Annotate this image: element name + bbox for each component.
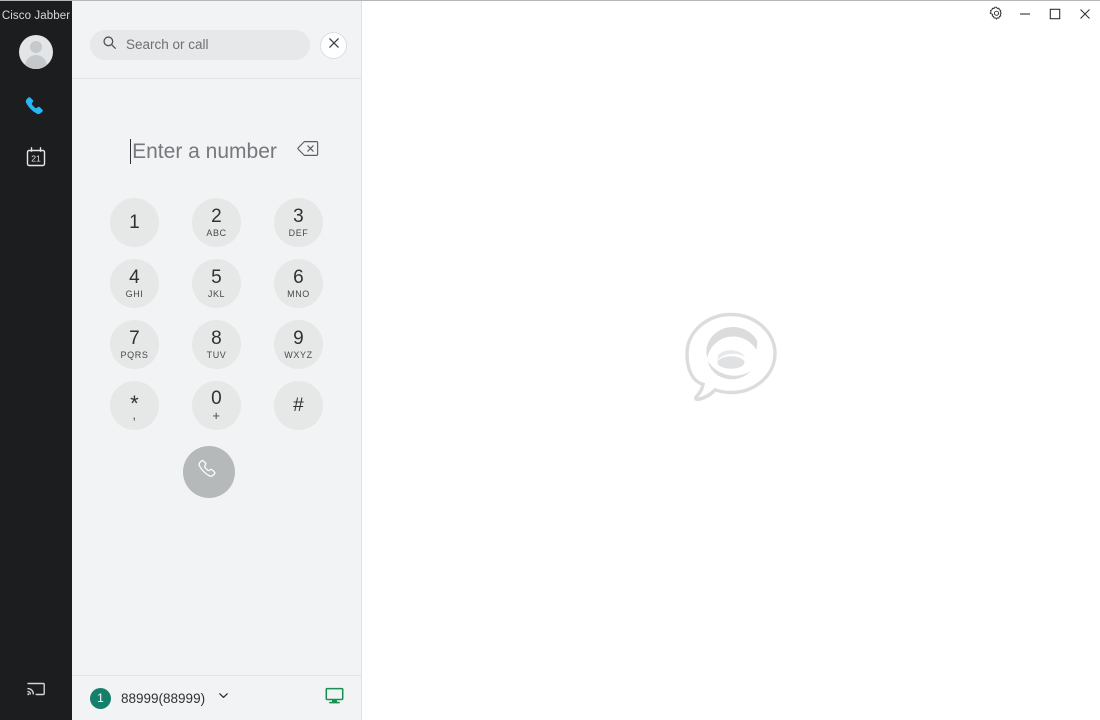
maximize-button[interactable] (1040, 1, 1070, 31)
chevron-down-icon (217, 689, 230, 707)
dial-key-7[interactable]: 7 PQRS (110, 320, 159, 369)
dial-key-hash[interactable]: # (274, 381, 323, 430)
phone-icon (23, 94, 49, 125)
sidebar-item-share[interactable] (0, 677, 72, 706)
dial-key-letters: DEF (288, 228, 309, 238)
dial-key-2[interactable]: 2 ABC (192, 198, 241, 247)
main-content-area (362, 1, 1100, 720)
backspace-icon (297, 140, 319, 162)
settings-button[interactable] (982, 1, 1010, 31)
dial-key-letters: ABC (206, 228, 227, 238)
dial-key-letters: + (212, 408, 221, 423)
minimize-button[interactable] (1010, 1, 1040, 31)
close-search-button[interactable] (320, 31, 347, 59)
dial-key-1[interactable]: 1 (110, 198, 159, 247)
dial-key-5[interactable]: 5 JKL (192, 259, 241, 308)
close-window-button[interactable] (1070, 1, 1100, 31)
sidebar-item-calls[interactable] (14, 89, 58, 129)
app-title: Cisco Jabber (1, 10, 71, 22)
dial-key-digit: 1 (129, 212, 140, 233)
avatar-head (30, 41, 42, 53)
sidebar-item-meetings[interactable]: 21 (14, 139, 58, 179)
device-selector-button[interactable] (323, 687, 345, 709)
dial-key-digit: 9 (293, 328, 304, 349)
number-input[interactable]: Enter a number (130, 136, 277, 166)
window-controls (982, 1, 1100, 31)
dial-key-digit: 4 (129, 267, 140, 288)
status-badge[interactable]: 1 (90, 687, 111, 709)
dial-key-letters: WXYZ (284, 350, 313, 360)
avatar[interactable] (19, 35, 53, 69)
dial-key-4[interactable]: 4 GHI (110, 259, 159, 308)
search-placeholder-text: Search or call (126, 37, 209, 53)
dial-key-digit: 7 (129, 328, 140, 349)
calendar-icon: 21 (24, 145, 48, 174)
line-dropdown-button[interactable] (215, 690, 231, 706)
dial-key-digit: # (293, 395, 304, 416)
gear-icon (989, 6, 1004, 26)
left-rail: Cisco Jabber 21 (0, 1, 72, 720)
jabber-watermark-logo (679, 310, 783, 411)
dial-key-8[interactable]: 8 TUV (192, 320, 241, 369)
screen-cast-icon (24, 677, 48, 706)
call-row (72, 446, 361, 498)
dialpad-area: Enter a number 1 2 ABC 3 DEF 4 GHI 5 JKL… (72, 79, 361, 675)
jabber-window: Cisco Jabber 21 Search or call Enter a n… (0, 0, 1100, 720)
svg-text:21: 21 (31, 153, 41, 163)
dial-key-0[interactable]: 0 + (192, 381, 241, 430)
dial-key-letters: , (132, 406, 137, 422)
line-number-label: 88999(88999) (121, 690, 206, 706)
phone-icon (196, 457, 222, 488)
number-placeholder-text: Enter a number (132, 139, 277, 163)
dial-key-digit: 0 (211, 388, 222, 409)
number-entry-row: Enter a number (72, 136, 361, 166)
minimize-icon (1018, 7, 1032, 26)
dial-key-letters: PQRS (120, 350, 149, 360)
monitor-icon (324, 685, 345, 711)
dial-key-letters: JKL (207, 289, 226, 299)
search-input[interactable]: Search or call (90, 30, 310, 60)
dialpad-panel: Search or call Enter a number 1 2 ABC 3 … (72, 1, 362, 720)
dial-key-letters: TUV (206, 350, 227, 360)
close-icon (1078, 7, 1092, 26)
call-button[interactable] (182, 446, 235, 498)
search-row: Search or call (90, 24, 347, 66)
dial-key-digit: 2 (211, 206, 222, 227)
dialpad-keys: 1 2 ABC 3 DEF 4 GHI 5 JKL 6 MNO 7 PQRS 8… (94, 198, 340, 430)
search-icon (102, 35, 117, 55)
dial-key-6[interactable]: 6 MNO (274, 259, 323, 308)
dial-key-letters: GHI (125, 289, 144, 299)
dial-key-letters: MNO (287, 289, 310, 299)
dial-key-9[interactable]: 9 WXYZ (274, 320, 323, 369)
dial-key-digit: 8 (211, 328, 222, 349)
avatar-body (25, 55, 47, 69)
dial-key-digit: 6 (293, 267, 304, 288)
backspace-button[interactable] (295, 140, 321, 162)
maximize-icon (1048, 7, 1062, 26)
dial-key-3[interactable]: 3 DEF (274, 198, 323, 247)
status-bar: 1 88999(88999) (72, 675, 361, 720)
close-icon (327, 36, 341, 55)
dial-key-star[interactable]: * , (110, 381, 159, 430)
text-caret (130, 138, 132, 164)
dial-key-digit: 3 (293, 206, 304, 227)
dial-key-digit: 5 (211, 267, 222, 288)
